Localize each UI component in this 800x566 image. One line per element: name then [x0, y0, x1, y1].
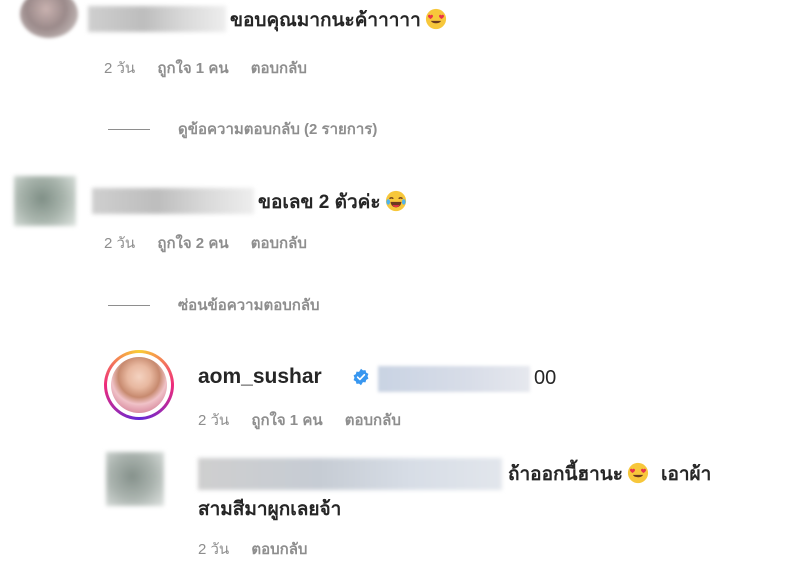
comment-text: ขอเลข 2 ตัวค่ะ	[258, 190, 407, 215]
reply-meta: 2 วัน ถูกใจ 1 คน ตอบกลับ	[198, 411, 419, 431]
likes-count-link[interactable]: ถูกใจ 2 คน	[157, 235, 228, 252]
reply-text-suffix: 00	[534, 367, 557, 389]
comment-time: 2 วัน	[104, 235, 136, 252]
commenter-username-blurred[interactable]	[88, 6, 226, 32]
reply-text-line1: ถ้าออกนี้ฮานะ เอาผ้า	[508, 462, 711, 487]
reply-button[interactable]: ตอบกลับ	[251, 60, 307, 77]
reply-time: 2 วัน	[198, 412, 230, 429]
comment-time: 2 วัน	[104, 60, 136, 77]
comment-meta: 2 วัน ถูกใจ 1 คน ตอบกลับ	[104, 59, 325, 79]
commenter-username-blurred[interactable]	[92, 188, 254, 214]
reply-button[interactable]: ตอบกลับ	[251, 235, 307, 252]
reply-meta: 2 วัน ตอบกลับ	[198, 540, 325, 560]
likes-count-link[interactable]: ถูกใจ 1 คน	[157, 60, 228, 77]
view-replies-button[interactable]: ดูข้อความตอบกลับ (2 รายการ)	[178, 120, 377, 140]
replies-divider	[108, 129, 150, 130]
reply-avatar	[111, 357, 167, 413]
verified-badge-icon	[353, 368, 369, 386]
reply-avatar-story-ring[interactable]	[104, 350, 174, 420]
reply-button[interactable]: ตอบกลับ	[251, 541, 307, 558]
laughing-tears-emoji-icon	[385, 190, 406, 212]
reply-username-blurred[interactable]	[198, 458, 502, 490]
reply-button[interactable]: ตอบกลับ	[345, 412, 401, 429]
comment-meta: 2 วัน ถูกใจ 2 คน ตอบกลับ	[104, 234, 325, 254]
reply-time: 2 วัน	[198, 541, 230, 558]
comment-body: ขอเลข 2 ตัวค่ะ	[258, 192, 381, 213]
likes-count-link[interactable]: ถูกใจ 1 คน	[251, 412, 322, 429]
hide-replies-button[interactable]: ซ่อนข้อความตอบกลับ	[178, 296, 320, 316]
reply-body-part2: เอาผ้า	[660, 464, 712, 485]
reply-text-line2: สามสีมาผูกเลยจ้า	[198, 499, 342, 520]
heart-eyes-emoji-icon	[627, 462, 649, 484]
comment-text: ขอบคุณมากนะค้าาาาา	[230, 8, 447, 33]
commenter-avatar[interactable]	[20, 0, 78, 38]
reply-body-part1: ถ้าออกนี้ฮานะ	[508, 464, 623, 485]
commenter-avatar[interactable]	[14, 176, 76, 226]
reply-username[interactable]: aom_sushar	[198, 364, 322, 390]
reply-text-blurred	[378, 366, 530, 392]
comment-body: ขอบคุณมากนะค้าาาาา	[230, 10, 421, 31]
heart-eyes-emoji-icon	[425, 8, 446, 30]
replies-divider	[108, 305, 150, 306]
reply-avatar[interactable]	[106, 452, 164, 506]
comments-panel: ขอบคุณมากนะค้าาาาา 2 วัน ถูกใจ 1 คน ตอบก…	[0, 0, 800, 566]
